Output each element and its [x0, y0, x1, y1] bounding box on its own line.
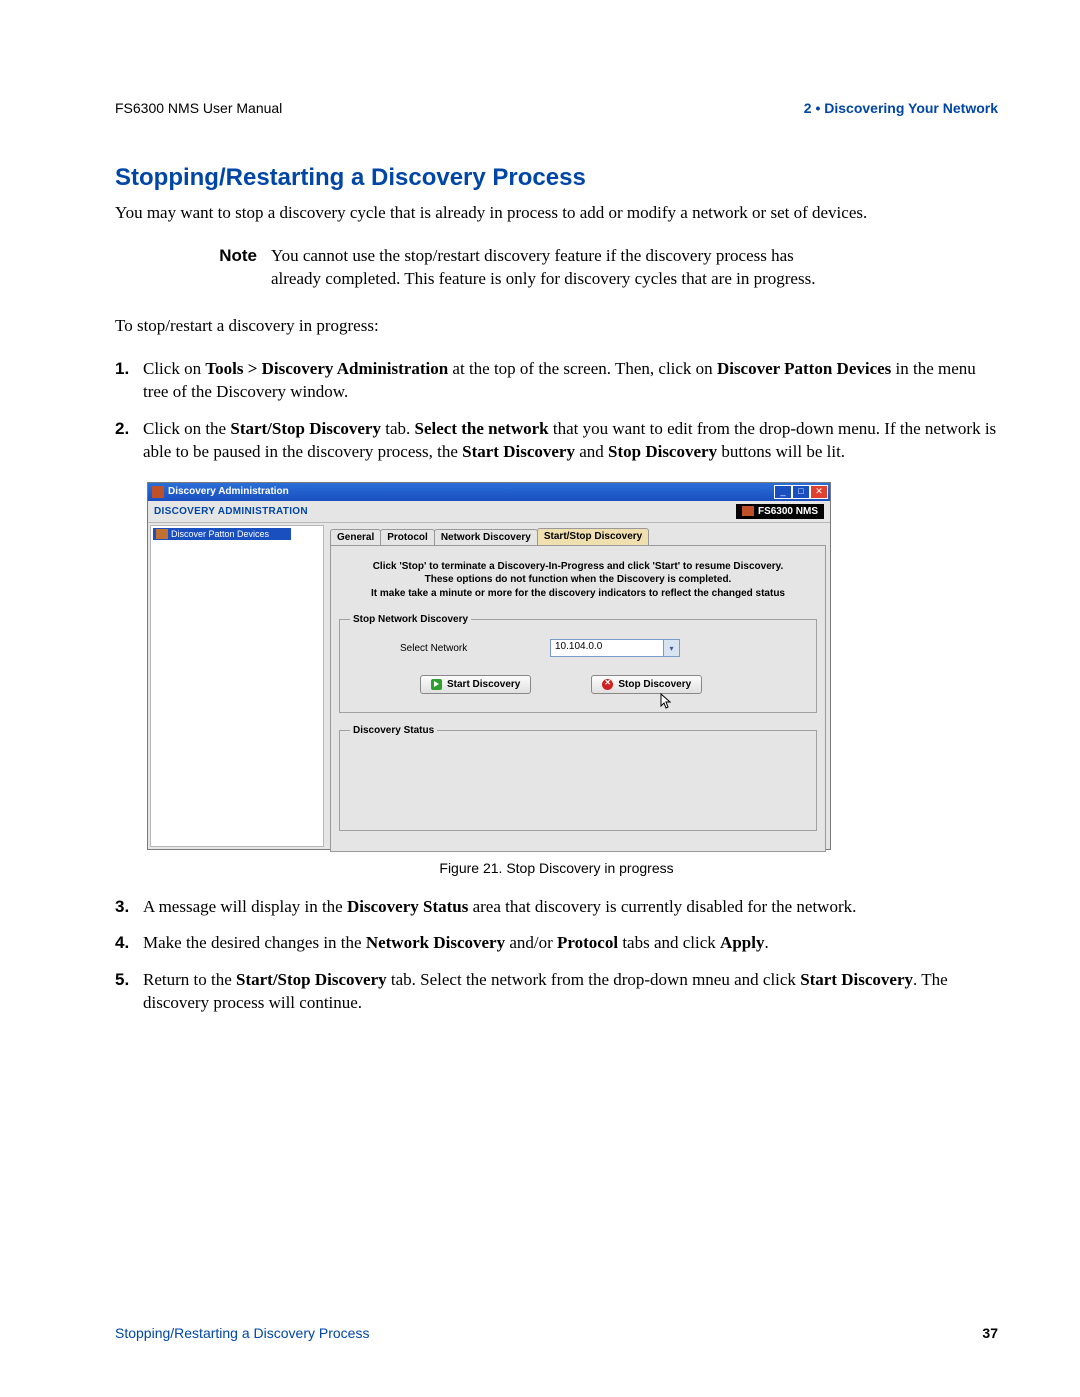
app-icon [152, 486, 164, 498]
close-button[interactable]: ✕ [810, 485, 828, 499]
main-pane: General Protocol Network Discovery Start… [326, 523, 830, 849]
tabs-row: General Protocol Network Discovery Start… [330, 527, 826, 545]
page-footer: Stopping/Restarting a Discovery Process … [115, 1325, 998, 1341]
page-number: 37 [982, 1325, 998, 1341]
step-1: Click on Tools > Discovery Administratio… [115, 358, 998, 404]
steps-list-cont: A message will display in the Discovery … [115, 896, 998, 1016]
header-right: 2 • Discovering Your Network [804, 100, 998, 116]
embedded-screenshot: Discovery Administration _ □ ✕ DISCOVERY… [147, 482, 831, 850]
section-title: Stopping/Restarting a Discovery Process [115, 164, 998, 192]
lead-paragraph: To stop/restart a discovery in progress: [115, 315, 998, 338]
step-4: Make the desired changes in the Network … [115, 932, 998, 955]
tab-protocol[interactable]: Protocol [380, 529, 435, 545]
tree-node-icon [156, 529, 168, 539]
steps-list: Click on Tools > Discovery Administratio… [115, 358, 998, 464]
tab-start-stop-discovery[interactable]: Start/Stop Discovery [537, 528, 649, 545]
footer-left: Stopping/Restarting a Discovery Process [115, 1325, 369, 1341]
start-discovery-button[interactable]: Start Discovery [420, 675, 531, 694]
fieldset-discovery-status: Discovery Status [339, 725, 817, 831]
window-titlebar: Discovery Administration _ □ ✕ [148, 483, 830, 501]
header-left: FS6300 NMS User Manual [115, 100, 282, 116]
step-3: A message will display in the Discovery … [115, 896, 998, 919]
note-block: Note You cannot use the stop/restart dis… [215, 245, 998, 291]
toolbar-strip: DISCOVERY ADMINISTRATION FS6300 NMS [148, 501, 830, 523]
cursor-icon [660, 693, 674, 711]
fieldset-stop-network: Stop Network Discovery Select Network 10… [339, 614, 817, 713]
figure-caption: Figure 21. Stop Discovery in progress [115, 860, 998, 876]
network-combo[interactable]: 10.104.0.0 ▾ [550, 639, 680, 657]
step-5: Return to the Start/Stop Discovery tab. … [115, 969, 998, 1015]
window-title: Discovery Administration [168, 486, 289, 497]
tab-network-discovery[interactable]: Network Discovery [434, 529, 538, 545]
play-icon [431, 679, 442, 690]
stop-discovery-button[interactable]: Stop Discovery [591, 675, 702, 694]
select-network-label: Select Network [400, 643, 490, 654]
network-combo-value: 10.104.0.0 [551, 640, 663, 656]
note-body: You cannot use the stop/restart discover… [271, 245, 831, 291]
tree-item-discover-devices[interactable]: Discover Patton Devices [153, 528, 291, 540]
toolbar-label: DISCOVERY ADMINISTRATION [154, 506, 308, 517]
tab-general[interactable]: General [330, 529, 381, 545]
tree-pane: Discover Patton Devices [150, 525, 324, 847]
panel-hint: Click 'Stop' to terminate a Discovery-In… [339, 560, 817, 601]
fieldset-status-legend: Discovery Status [350, 725, 437, 736]
step-2: Click on the Start/Stop Discovery tab. S… [115, 418, 998, 464]
patton-logo-icon [742, 506, 754, 516]
maximize-button[interactable]: □ [792, 485, 810, 499]
tab-panel: Click 'Stop' to terminate a Discovery-In… [330, 545, 826, 853]
stop-icon [602, 679, 613, 690]
fieldset-stop-legend: Stop Network Discovery [350, 614, 471, 625]
page-header: FS6300 NMS User Manual 2 • Discovering Y… [115, 100, 998, 116]
minimize-button[interactable]: _ [774, 485, 792, 499]
note-label: Note [215, 245, 271, 291]
brand-badge: FS6300 NMS [736, 504, 824, 519]
chevron-down-icon[interactable]: ▾ [663, 640, 679, 656]
intro-paragraph: You may want to stop a discovery cycle t… [115, 202, 998, 225]
